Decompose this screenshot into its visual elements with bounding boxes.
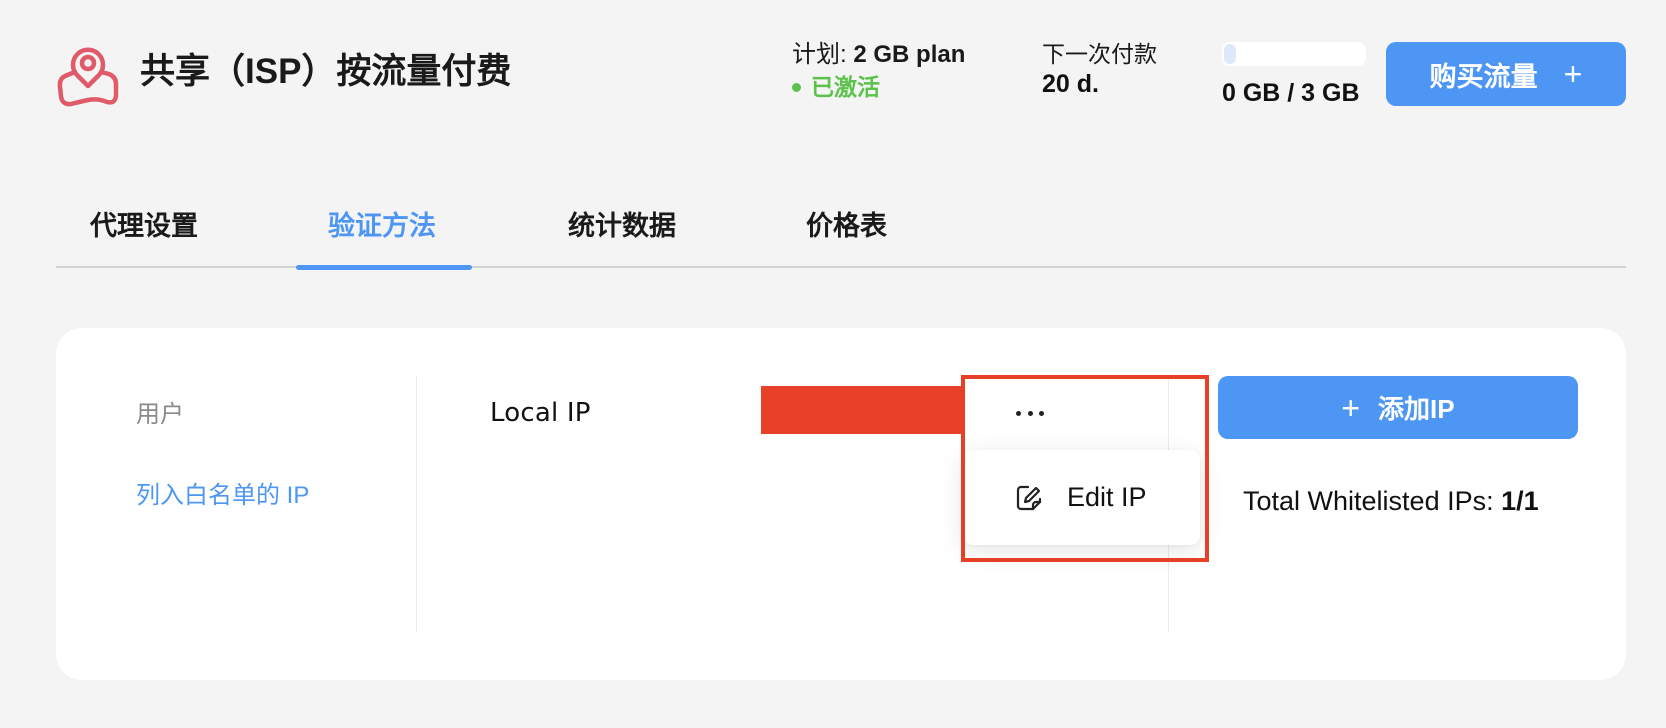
ellipsis-dot bbox=[1039, 410, 1044, 416]
sidebar-item-users[interactable]: 用户 bbox=[136, 400, 184, 430]
usage-progress-fill bbox=[1224, 44, 1236, 64]
more-options-button[interactable] bbox=[1010, 398, 1050, 428]
total-whitelisted-ips: Total Whitelisted IPs: 1/1 bbox=[1243, 486, 1539, 517]
plan-status: 已激活 bbox=[792, 72, 965, 102]
active-tab-indicator bbox=[296, 265, 472, 270]
next-payment: 下一次付款 20 d. bbox=[1042, 40, 1157, 100]
page-title: 共享（ISP）按流量付费 bbox=[140, 52, 512, 91]
divider bbox=[416, 376, 417, 632]
tab-proxy-settings[interactable]: 代理设置 bbox=[90, 208, 198, 244]
plus-icon: + bbox=[1563, 56, 1583, 92]
plan-label: 计划: bbox=[792, 41, 847, 68]
tab-bar: 代理设置 验证方法 统计数据 价格表 bbox=[56, 200, 1626, 270]
usage-progress-bar bbox=[1222, 42, 1366, 66]
add-ip-label: 添加IP bbox=[1378, 394, 1455, 424]
edit-ip-menu-item[interactable]: Edit IP bbox=[963, 450, 1200, 545]
ellipsis-dot bbox=[1027, 410, 1033, 416]
ip-entry-name: Local IP bbox=[490, 398, 591, 428]
tab-auth-method[interactable]: 验证方法 bbox=[328, 208, 436, 244]
plus-icon: + bbox=[1341, 389, 1361, 426]
logo-icon bbox=[57, 47, 119, 107]
edit-ip-label: Edit IP bbox=[1067, 482, 1147, 512]
traffic-usage: 0 GB / 3 GB bbox=[1222, 42, 1368, 110]
plan-status-text: 已激活 bbox=[811, 74, 880, 100]
buy-traffic-button[interactable]: 购买流量 + bbox=[1386, 42, 1626, 106]
add-ip-button[interactable]: + 添加IP bbox=[1218, 376, 1578, 439]
status-dot-icon bbox=[792, 82, 801, 92]
ellipsis-icon bbox=[1016, 410, 1021, 416]
plan-info: 计划: 2 GB plan 已激活 bbox=[792, 40, 965, 102]
usage-text: 0 GB / 3 GB bbox=[1222, 79, 1360, 107]
total-label: Total Whitelisted IPs: bbox=[1243, 486, 1494, 516]
total-value: 1/1 bbox=[1501, 486, 1539, 516]
sidebar-item-whitelisted-ip[interactable]: 列入白名单的 IP bbox=[136, 481, 309, 511]
edit-icon bbox=[1016, 485, 1042, 510]
next-payment-label: 下一次付款 bbox=[1042, 41, 1157, 67]
next-payment-value: 20 d. bbox=[1042, 70, 1099, 98]
buy-traffic-label: 购买流量 bbox=[1429, 61, 1538, 92]
redacted-ip-address bbox=[761, 386, 963, 434]
tab-pricing[interactable]: 价格表 bbox=[806, 208, 887, 244]
plan-value: 2 GB plan bbox=[853, 41, 966, 68]
tab-statistics[interactable]: 统计数据 bbox=[568, 208, 676, 244]
